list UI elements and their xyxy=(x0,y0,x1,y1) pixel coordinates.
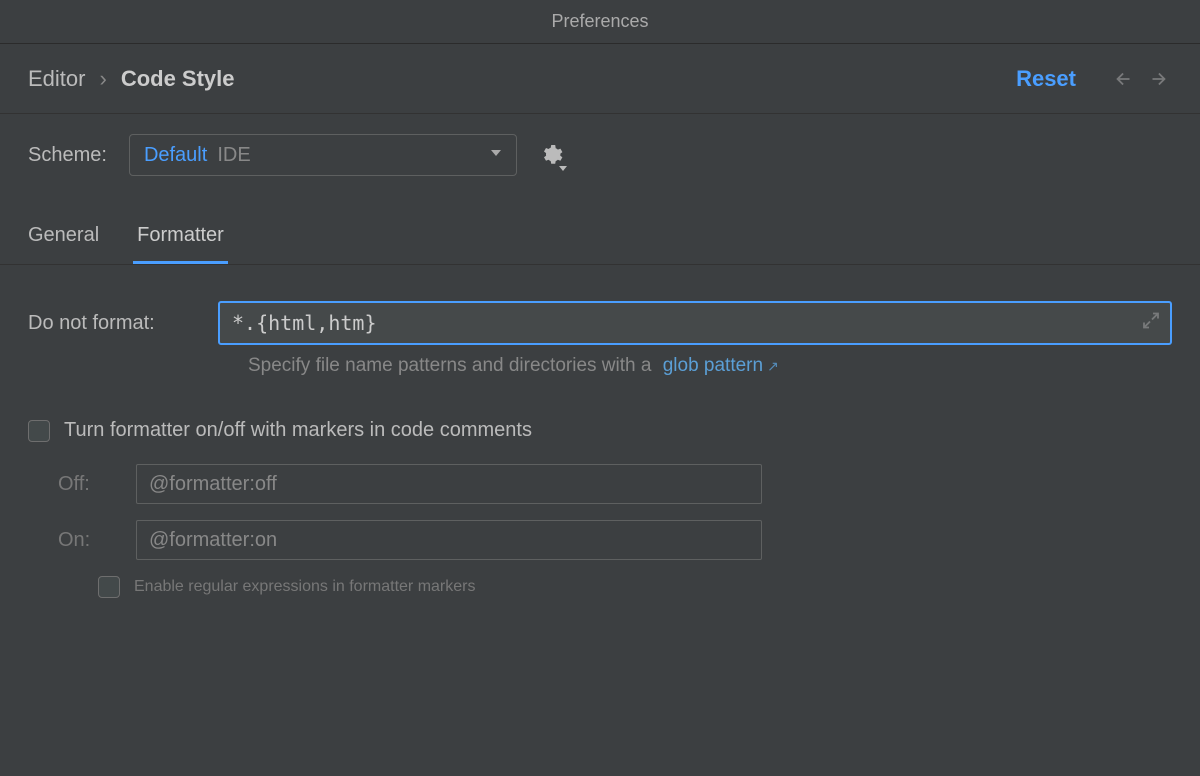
off-marker-input[interactable] xyxy=(136,464,762,504)
scheme-dropdown[interactable]: Default IDE xyxy=(129,134,517,176)
breadcrumb: Editor › Code Style xyxy=(28,66,235,92)
do-not-format-label: Do not format: xyxy=(28,312,218,335)
breadcrumb-editor[interactable]: Editor xyxy=(28,66,85,92)
scheme-settings-button[interactable] xyxy=(539,143,563,167)
glob-pattern-link[interactable]: glob pattern↗ xyxy=(663,355,779,376)
regex-label: Enable regular expressions in formatter … xyxy=(134,578,475,596)
markers-toggle-row: Turn formatter on/off with markers in co… xyxy=(28,419,1172,442)
do-not-format-input[interactable] xyxy=(218,301,1172,345)
tab-content: Do not format: Specify file name pattern… xyxy=(0,265,1200,634)
window-title: Preferences xyxy=(0,0,1200,44)
scheme-label: Scheme: xyxy=(28,144,107,167)
arrow-right-icon xyxy=(1147,68,1169,90)
forward-button[interactable] xyxy=(1144,65,1172,93)
on-label: On: xyxy=(58,529,136,552)
scheme-row: Scheme: Default IDE xyxy=(0,114,1200,194)
scheme-name: Default xyxy=(144,144,207,167)
off-label: Off: xyxy=(58,473,136,496)
tab-formatter[interactable]: Formatter xyxy=(133,214,228,264)
markers-toggle-label: Turn formatter on/off with markers in co… xyxy=(64,419,532,442)
regex-checkbox[interactable] xyxy=(98,576,120,598)
chevron-right-icon: › xyxy=(99,66,106,92)
on-marker-input[interactable] xyxy=(136,520,762,560)
tabs: General Formatter xyxy=(0,194,1200,265)
breadcrumb-code-style[interactable]: Code Style xyxy=(121,66,235,92)
back-button[interactable] xyxy=(1110,65,1138,93)
gear-icon xyxy=(539,143,563,167)
expand-button[interactable] xyxy=(1142,312,1160,335)
tab-general[interactable]: General xyxy=(24,214,103,264)
external-link-icon: ↗ xyxy=(767,358,779,374)
reset-button[interactable]: Reset xyxy=(1016,66,1076,92)
do-not-format-hint: Specify file name patterns and directori… xyxy=(248,355,1172,377)
toolbar: Editor › Code Style Reset xyxy=(0,44,1200,114)
scheme-scope: IDE xyxy=(217,144,250,167)
chevron-down-icon xyxy=(488,145,504,166)
expand-icon xyxy=(1142,312,1160,330)
markers-checkbox[interactable] xyxy=(28,420,50,442)
arrow-left-icon xyxy=(1113,68,1135,90)
